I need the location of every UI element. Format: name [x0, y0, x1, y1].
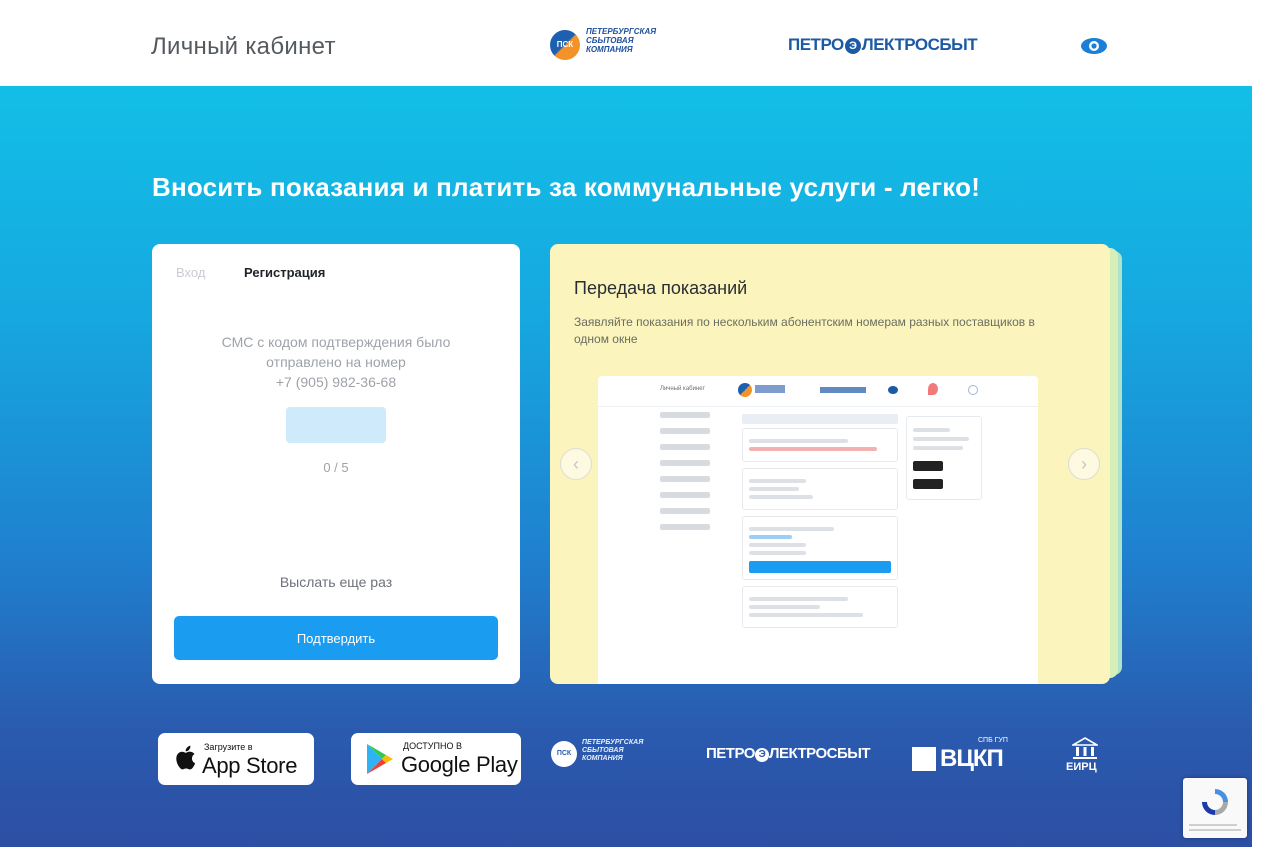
- carousel-next-button[interactable]: ›: [1068, 448, 1100, 480]
- attempts-counter: 0 / 5: [323, 460, 349, 475]
- resend-code-link[interactable]: Выслать еще раз: [152, 574, 520, 590]
- sms-confirmation-text: СМС с кодом подтверждения было отправлен…: [176, 332, 496, 392]
- confirm-button[interactable]: Подтвердить: [174, 616, 498, 660]
- petroelektrosbyt-logo[interactable]: ПЕТРО Э ЛЕКТРОСБЫТ: [788, 35, 978, 55]
- recaptcha-badge[interactable]: [1183, 778, 1247, 838]
- phone-number: +7 (905) 982-36-68: [275, 374, 397, 390]
- app-store-label: App Store: [202, 753, 298, 778]
- footer-eirc-logo[interactable]: ЕИРЦ: [1066, 737, 1106, 783]
- eirc-building-icon: [1072, 737, 1098, 759]
- top-header: Личный кабинет ПСК ПЕТЕРБУРГСКАЯ СБЫТОВА…: [0, 0, 1252, 86]
- promo-title: Передача показаний: [574, 278, 748, 298]
- promo-description: Заявляйте показания по нескольким абонен…: [574, 315, 1035, 346]
- sms-code-input[interactable]: [286, 407, 386, 443]
- psk-logo[interactable]: ПСК ПЕТЕРБУРГСКАЯ СБЫТОВАЯ КОМПАНИЯ: [550, 26, 700, 66]
- tab-login[interactable]: Вход: [176, 265, 205, 280]
- recaptcha-icon: [1202, 789, 1228, 815]
- psk-logo-text: ПЕТЕРБУРГСКАЯ СБЫТОВАЯ КОМПАНИЯ: [586, 27, 657, 54]
- psk-logo-mark: ПСК: [550, 30, 580, 60]
- page-title: Личный кабинет: [151, 33, 336, 60]
- chevron-right-icon: ›: [1081, 454, 1087, 474]
- google-play-icon: [367, 744, 393, 774]
- footer-vckp-logo[interactable]: ВЦКП СПБ ГУП: [912, 737, 1012, 777]
- chevron-left-icon: ‹: [573, 454, 579, 474]
- promo-carousel-card: Передача показаний Заявляйте показания п…: [550, 244, 1110, 684]
- google-play-label: Google Play: [401, 752, 518, 777]
- tab-registration[interactable]: Регистрация: [244, 265, 325, 280]
- google-play-button[interactable]: ДОСТУПНО В Google Play: [351, 733, 521, 785]
- eye-icon[interactable]: [1080, 37, 1108, 55]
- auth-card: Вход Регистрация СМС с кодом подтвержден…: [152, 244, 520, 684]
- pes-logo-mark: Э: [844, 38, 861, 54]
- app-store-small-label: Загрузите в: [204, 742, 253, 752]
- app-preview-screenshot: Личный кабинет: [598, 376, 1038, 684]
- app-store-button[interactable]: Загрузите в App Store: [158, 733, 314, 785]
- footer-psk-logo[interactable]: ПСК ПЕТЕРБУРГСКАЯ СБЫТОВАЯ КОМПАНИЯ: [551, 739, 661, 775]
- carousel-prev-button[interactable]: ‹: [560, 448, 592, 480]
- google-play-small-label: ДОСТУПНО В: [403, 741, 462, 751]
- apple-icon: [176, 745, 196, 770]
- footer-petroelektrosbyt-logo[interactable]: ПЕТРО Э ЛЕКТРОСБЫТ: [706, 745, 871, 762]
- hero-headline: Вносить показания и платить за коммуналь…: [152, 172, 981, 202]
